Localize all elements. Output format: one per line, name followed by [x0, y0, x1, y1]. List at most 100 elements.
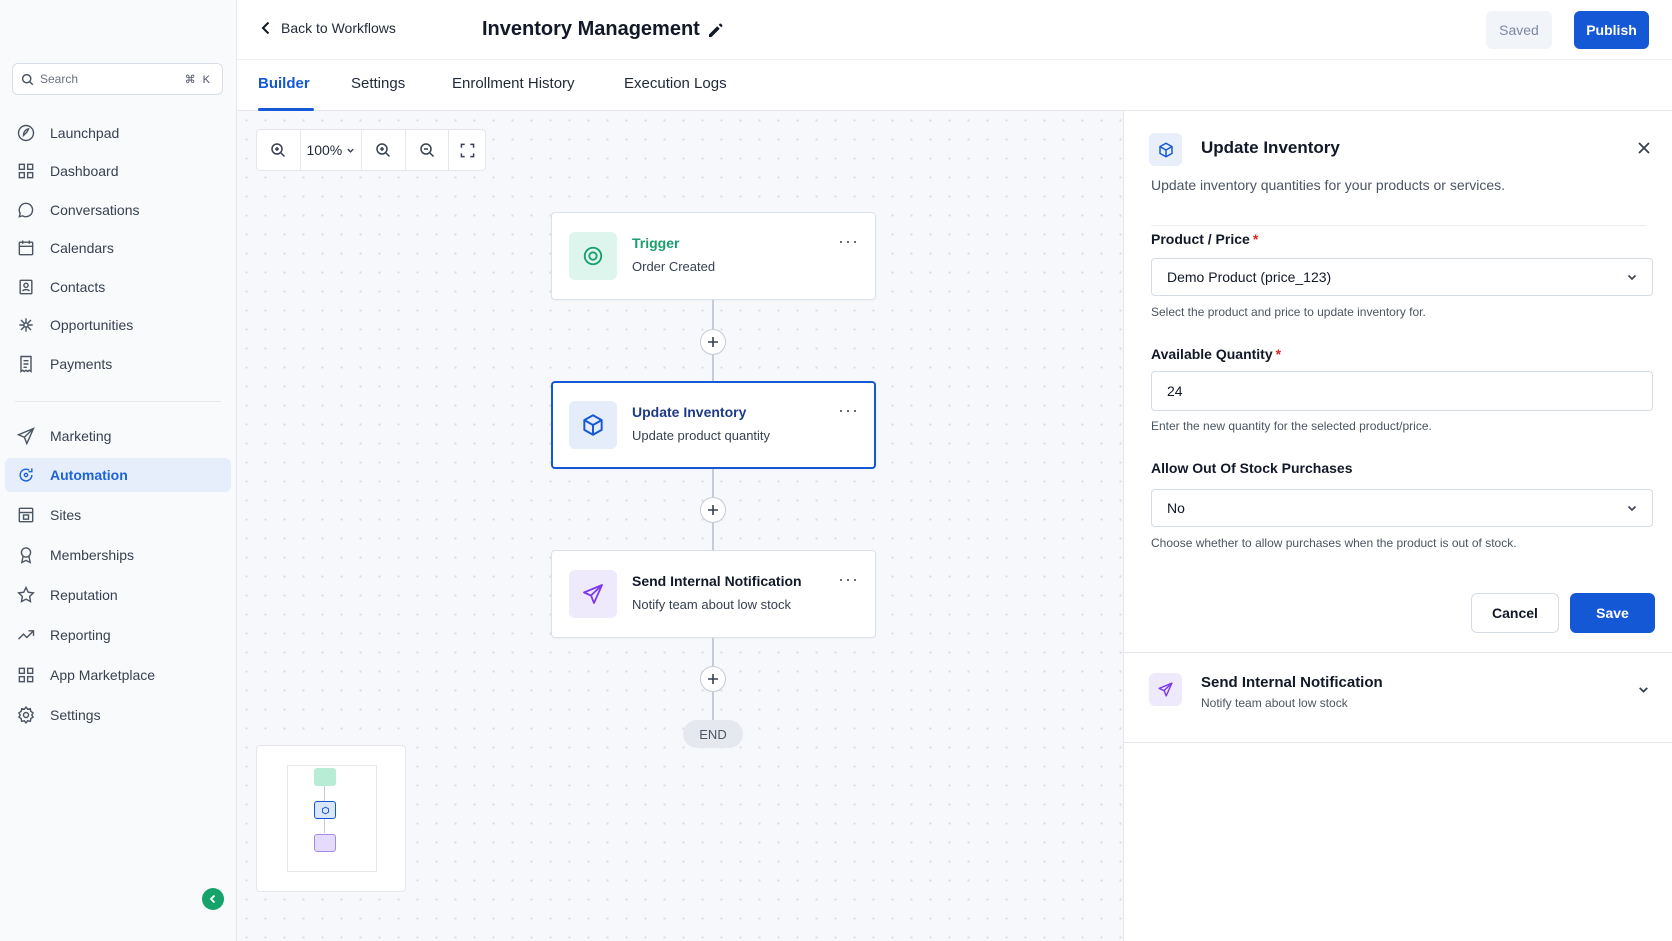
workflow-tabs: Builder Settings Enrollment History Exec… — [237, 60, 1672, 111]
back-to-workflows-link[interactable]: Back to Workflows — [259, 20, 396, 36]
tab-execution-logs[interactable]: Execution Logs — [624, 75, 727, 92]
cancel-button[interactable]: Cancel — [1471, 593, 1559, 633]
sidebar-item-automation[interactable]: Automation — [5, 458, 231, 492]
search-icon — [21, 73, 34, 85]
box-icon — [321, 806, 329, 814]
node-menu-button[interactable]: ··· — [838, 231, 859, 252]
zoom-out-button[interactable] — [406, 130, 450, 170]
send-icon — [16, 427, 35, 446]
badge-icon — [20, 547, 32, 564]
product-price-label: Product / Price * — [1151, 231, 1259, 247]
node-menu-button[interactable]: ··· — [838, 400, 859, 421]
step-config-panel: Update Inventory Update inventory quanti… — [1123, 111, 1672, 941]
required-mark: * — [1252, 231, 1259, 247]
update-inventory-node[interactable]: Update Inventory Update product quantity… — [551, 381, 876, 469]
sites-icon — [18, 507, 34, 523]
receipt-icon — [20, 355, 32, 373]
sidebar-item-reporting[interactable]: Reporting — [5, 618, 231, 652]
trend-icon — [17, 630, 35, 640]
workflow-title: Inventory Management — [482, 18, 700, 40]
box-icon — [1158, 142, 1173, 157]
sidebar-item-label: Payments — [50, 356, 113, 372]
chat-icon — [18, 202, 34, 218]
panel-description: Update inventory quantities for your pro… — [1151, 177, 1506, 193]
sidebar-item-calendars[interactable]: Calendars — [5, 231, 231, 265]
sidebar-item-label: Conversations — [50, 202, 140, 218]
zoom-level-select[interactable]: 100% — [301, 130, 363, 170]
sidebar-item-memberships[interactable]: Memberships — [5, 538, 231, 572]
sidebar-item-launchpad[interactable]: Launchpad — [5, 116, 231, 150]
sidebar-item-label: Marketing — [50, 428, 112, 444]
end-marker: END — [683, 720, 743, 748]
node-title: Trigger — [632, 235, 680, 251]
sidebar-item-sites[interactable]: Sites — [5, 498, 231, 532]
tab-settings[interactable]: Settings — [351, 75, 405, 92]
chevron-down-icon — [1627, 274, 1637, 281]
back-label: Back to Workflows — [281, 20, 396, 36]
allow-oos-select[interactable]: No — [1151, 489, 1653, 527]
send-notification-node[interactable]: Send Internal Notification Notify team a… — [551, 550, 876, 638]
tab-builder[interactable]: Builder — [258, 75, 310, 92]
pencil-icon[interactable] — [707, 21, 725, 39]
fullscreen-icon — [460, 143, 475, 157]
node-subtitle: Update product quantity — [632, 428, 771, 443]
sidebar-item-settings[interactable]: Settings — [5, 698, 231, 732]
zoom-in-button[interactable] — [257, 130, 301, 170]
gear-icon — [17, 705, 35, 725]
sidebar-item-dashboard[interactable]: Dashboard — [5, 154, 231, 188]
sidebar-item-marketing[interactable]: Marketing — [5, 419, 231, 453]
add-step-button[interactable] — [700, 666, 726, 692]
product-price-select[interactable]: Demo Product (price_123) — [1151, 258, 1653, 296]
panel-divider — [1151, 225, 1646, 226]
minimap-trigger-node — [314, 768, 336, 786]
sidebar-item-label: Reputation — [50, 587, 118, 603]
tab-enrollment-history[interactable]: Enrollment History — [452, 75, 575, 92]
chevron-down-icon[interactable] — [1637, 683, 1650, 696]
save-button[interactable]: Save — [1570, 593, 1655, 633]
required-mark: * — [1275, 346, 1282, 362]
saved-button[interactable]: Saved — [1486, 11, 1552, 49]
sidebar: Search ⌘ K Launchpad Dashboard Conversat… — [0, 0, 237, 941]
node-menu-button[interactable]: ··· — [838, 569, 859, 590]
collapsed-step-send-notification[interactable]: Send Internal Notification Notify team a… — [1124, 653, 1672, 742]
sidebar-item-opportunities[interactable]: Opportunities — [5, 308, 231, 342]
allow-oos-label: Allow Out Of Stock Purchases — [1151, 460, 1353, 476]
add-step-button[interactable] — [700, 497, 726, 523]
collapse-sidebar-button[interactable] — [202, 888, 224, 910]
sidebar-item-payments[interactable]: Payments — [5, 347, 231, 381]
automation-icon — [19, 468, 33, 482]
publish-button[interactable]: Publish — [1574, 11, 1649, 49]
plus-icon — [708, 337, 718, 347]
box-icon — [583, 414, 603, 436]
close-panel-button[interactable] — [1637, 141, 1651, 155]
grid-icon — [18, 163, 34, 179]
chevron-down-icon — [1627, 505, 1637, 512]
chevron-down-icon — [347, 148, 354, 153]
minimap[interactable] — [256, 745, 406, 892]
search-input[interactable]: Search ⌘ K — [12, 63, 223, 95]
workflow-canvas[interactable]: 100% Trigger Order Created ··· Update In… — [237, 111, 1123, 941]
add-step-button[interactable] — [700, 329, 726, 355]
allow-oos-value: No — [1167, 500, 1185, 516]
zoom-in-alt-button[interactable] — [362, 130, 406, 170]
fit-view-button[interactable] — [449, 130, 485, 170]
chevron-left-icon — [261, 21, 270, 35]
target-icon — [583, 246, 603, 266]
available-quantity-help: Enter the new quantity for the selected … — [1151, 419, 1432, 433]
allow-oos-help: Choose whether to allow purchases when t… — [1151, 536, 1517, 550]
sidebar-item-conversations[interactable]: Conversations — [5, 193, 231, 227]
plus-icon — [708, 674, 718, 684]
sidebar-item-reputation[interactable]: Reputation — [5, 578, 231, 612]
node-title: Update Inventory — [632, 404, 747, 420]
minimap-notification-node — [314, 834, 336, 852]
chevron-left-icon — [209, 894, 216, 904]
send-notification-node-icon — [569, 570, 617, 618]
sidebar-item-contacts[interactable]: Contacts — [5, 270, 231, 304]
panel-divider — [1124, 742, 1672, 743]
send-icon — [1158, 682, 1173, 697]
panel-step-icon — [1149, 133, 1182, 166]
available-quantity-input[interactable]: 24 — [1151, 371, 1653, 411]
trigger-node[interactable]: Trigger Order Created ··· — [551, 212, 876, 300]
sidebar-divider — [15, 401, 221, 402]
sidebar-item-app-marketplace[interactable]: App Marketplace — [5, 658, 231, 692]
